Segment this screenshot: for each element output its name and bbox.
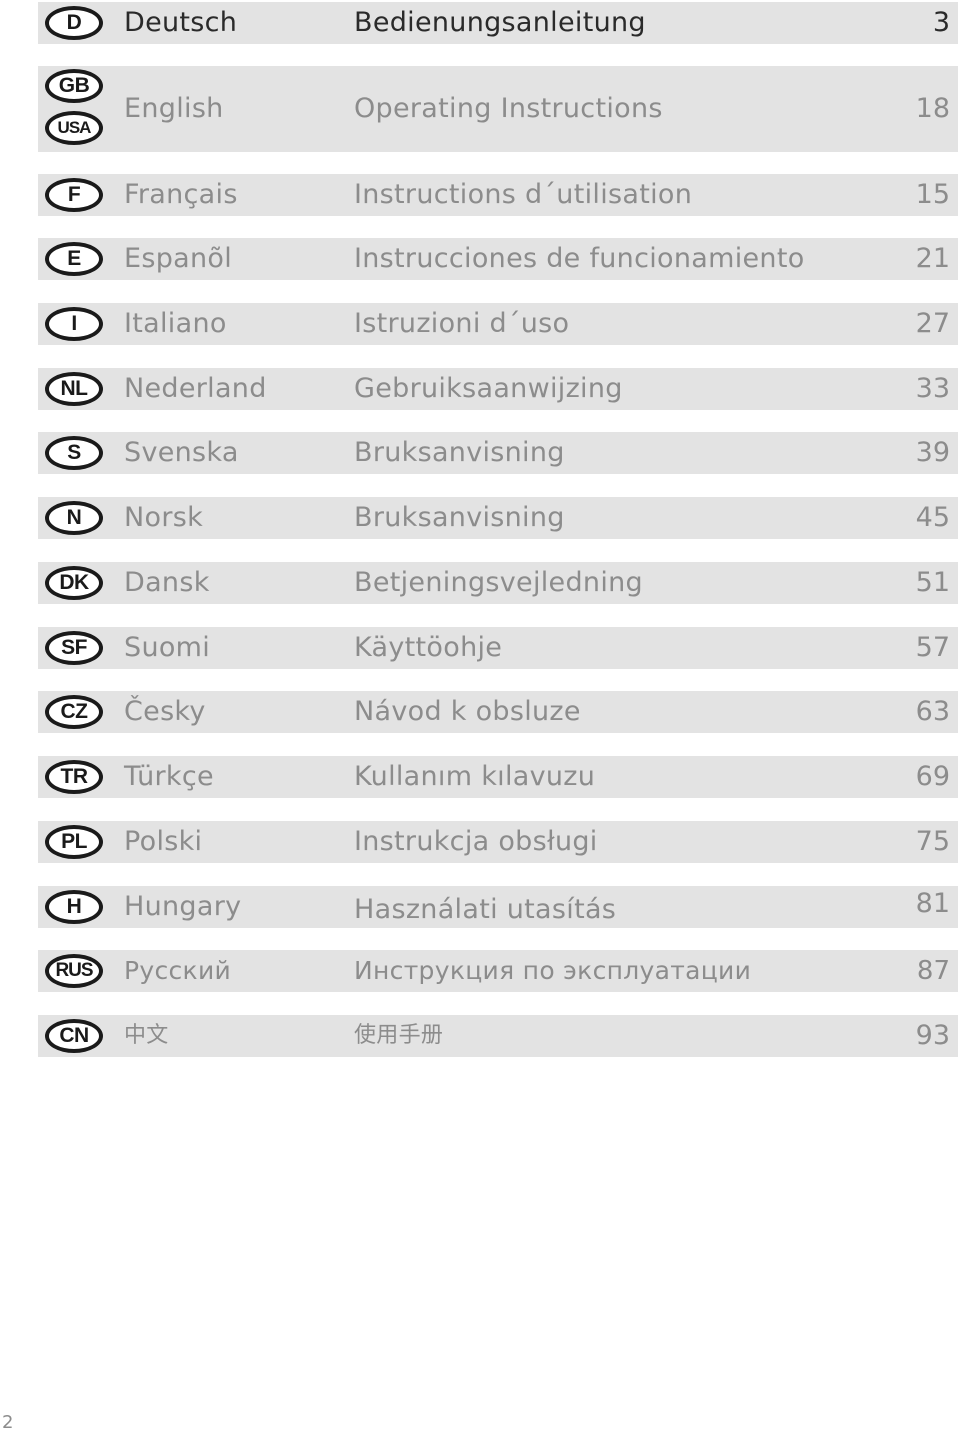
country-code-badge-icon: CZ xyxy=(45,695,103,729)
country-code-badge-icon: F xyxy=(45,178,103,212)
language-name: Norsk xyxy=(124,502,204,533)
language-name: Deutsch xyxy=(124,7,238,38)
page-number: 33 xyxy=(915,373,950,404)
country-code-badges: RUS xyxy=(45,950,109,992)
toc-row-suomi[interactable]: SF Suomi Käyttöohje 57 xyxy=(38,627,958,669)
page-number: 93 xyxy=(915,1020,950,1051)
toc-row-deutsch[interactable]: D Deutsch Bedienungsanleitung 3 xyxy=(38,2,958,44)
toc-row-turkce[interactable]: TR Türkçe Kullanım kılavuzu 69 xyxy=(38,756,958,798)
country-code-badges: F xyxy=(45,174,109,216)
language-name: Türkçe xyxy=(124,761,214,792)
toc-row-cesky[interactable]: CZ Česky Návod k obsluze 63 xyxy=(38,691,958,733)
language-name: 中文 xyxy=(124,1023,169,1048)
toc-row-hungary[interactable]: H Hungary Használati utasítás 81 xyxy=(38,886,958,928)
page-number: 3 xyxy=(932,7,950,38)
manual-title: 使用手册 xyxy=(354,1023,444,1048)
language-name: Français xyxy=(124,179,238,210)
page-folio-number: 2 xyxy=(2,1412,14,1433)
toc-row-svenska[interactable]: S Svenska Bruksanvisning 39 xyxy=(38,432,958,474)
country-code-badges: SF xyxy=(45,627,109,669)
manual-title: Betjeningsvejledning xyxy=(354,567,643,598)
page-number: 21 xyxy=(915,243,950,274)
manual-title: Operating Instructions xyxy=(354,93,663,124)
country-code-badge-icon: DK xyxy=(45,566,103,600)
toc-row-nederland[interactable]: NL Nederland Gebruiksaanwijzing 33 xyxy=(38,368,958,410)
language-name: Česky xyxy=(124,696,206,727)
country-code-badge-icon: H xyxy=(45,890,103,924)
page-number: 27 xyxy=(915,308,950,339)
language-name: Nederland xyxy=(124,373,267,404)
page-number: 51 xyxy=(915,567,950,598)
country-code-badges: D xyxy=(45,2,109,44)
manual-title: Instructions d´utilisation xyxy=(354,179,693,210)
country-code-badge-icon: I xyxy=(45,307,103,341)
manual-title: Инструкция по эксплуатации xyxy=(354,956,752,985)
page-number: 87 xyxy=(916,956,950,986)
page-number: 63 xyxy=(915,696,950,727)
toc-row-russian[interactable]: RUS Русский Инструкция по эксплуатации 8… xyxy=(38,950,958,992)
country-code-badges: DK xyxy=(45,562,109,604)
toc-row-dansk[interactable]: DK Dansk Betjeningsvejledning 51 xyxy=(38,562,958,604)
language-name: Dansk xyxy=(124,567,210,598)
country-code-badges: PL xyxy=(45,821,109,863)
country-code-badge-icon: USA xyxy=(45,111,103,145)
country-code-badges: NL xyxy=(45,368,109,410)
language-name: Suomi xyxy=(124,632,211,663)
page-number: 18 xyxy=(915,93,950,124)
toc-row-english[interactable]: GB USA English Operating Instructions 18 xyxy=(38,66,958,152)
country-code-badge-icon: GB xyxy=(45,69,103,103)
page-number: 57 xyxy=(915,632,950,663)
manual-title: Bruksanvisning xyxy=(354,502,565,533)
page-number: 81 xyxy=(915,888,950,919)
toc-row-francais[interactable]: F Français Instructions d´utilisation 15 xyxy=(38,174,958,216)
country-code-badges: I xyxy=(45,303,109,345)
country-code-badge-icon: RUS xyxy=(45,954,103,988)
manual-title: Käyttöohje xyxy=(354,632,503,663)
country-code-badge-icon: SF xyxy=(45,631,103,665)
page-number: 15 xyxy=(915,179,950,210)
country-code-badges: N xyxy=(45,497,109,539)
manual-title: Bruksanvisning xyxy=(354,437,565,468)
language-name: Espanõl xyxy=(124,243,233,274)
manual-title: Instrucciones de funcionamiento xyxy=(354,243,805,274)
language-name: English xyxy=(124,93,224,124)
toc-row-espanol[interactable]: E Espanõl Instrucciones de funcionamient… xyxy=(38,238,958,280)
page-number: 69 xyxy=(915,761,950,792)
page-number: 39 xyxy=(915,437,950,468)
toc-row-italiano[interactable]: I Italiano Istruzioni d´uso 27 xyxy=(38,303,958,345)
country-code-badge-icon: E xyxy=(45,242,103,276)
language-name: Italiano xyxy=(124,308,227,339)
country-code-badges: CN xyxy=(45,1015,109,1057)
country-code-badges: S xyxy=(45,432,109,474)
manual-title: Bedienungsanleitung xyxy=(354,7,646,38)
manual-title: Kullanım kılavuzu xyxy=(354,761,596,792)
manual-title: Instrukcja obsługi xyxy=(354,826,598,857)
page-number: 75 xyxy=(915,826,950,857)
toc-row-chinese[interactable]: CN 中文 使用手册 93 xyxy=(38,1015,958,1057)
country-code-badge-icon: TR xyxy=(45,760,103,794)
country-code-badges: E xyxy=(45,238,109,280)
country-code-badge-icon: N xyxy=(45,501,103,535)
language-name: Hungary xyxy=(124,891,242,922)
country-code-badges: GB USA xyxy=(45,66,109,152)
page-number: 45 xyxy=(915,502,950,533)
country-code-badges: TR xyxy=(45,756,109,798)
language-name: Polski xyxy=(124,826,203,857)
language-name: Svenska xyxy=(124,437,239,468)
country-code-badges: H xyxy=(45,886,109,928)
country-code-badge-icon: PL xyxy=(45,825,103,859)
manual-title: Istruzioni d´uso xyxy=(354,308,570,339)
country-code-badge-icon: S xyxy=(45,436,103,470)
country-code-badge-icon: D xyxy=(45,6,103,40)
manual-title: Gebruiksaanwijzing xyxy=(354,373,623,404)
manual-title: Használati utasítás xyxy=(354,894,617,925)
language-name: Русский xyxy=(124,956,232,985)
manual-title: Návod k obsluze xyxy=(354,696,581,727)
country-code-badge-icon: CN xyxy=(45,1019,103,1053)
country-code-badge-icon: NL xyxy=(45,372,103,406)
toc-row-norsk[interactable]: N Norsk Bruksanvisning 45 xyxy=(38,497,958,539)
country-code-badges: CZ xyxy=(45,691,109,733)
toc-row-polski[interactable]: PL Polski Instrukcja obsługi 75 xyxy=(38,821,958,863)
